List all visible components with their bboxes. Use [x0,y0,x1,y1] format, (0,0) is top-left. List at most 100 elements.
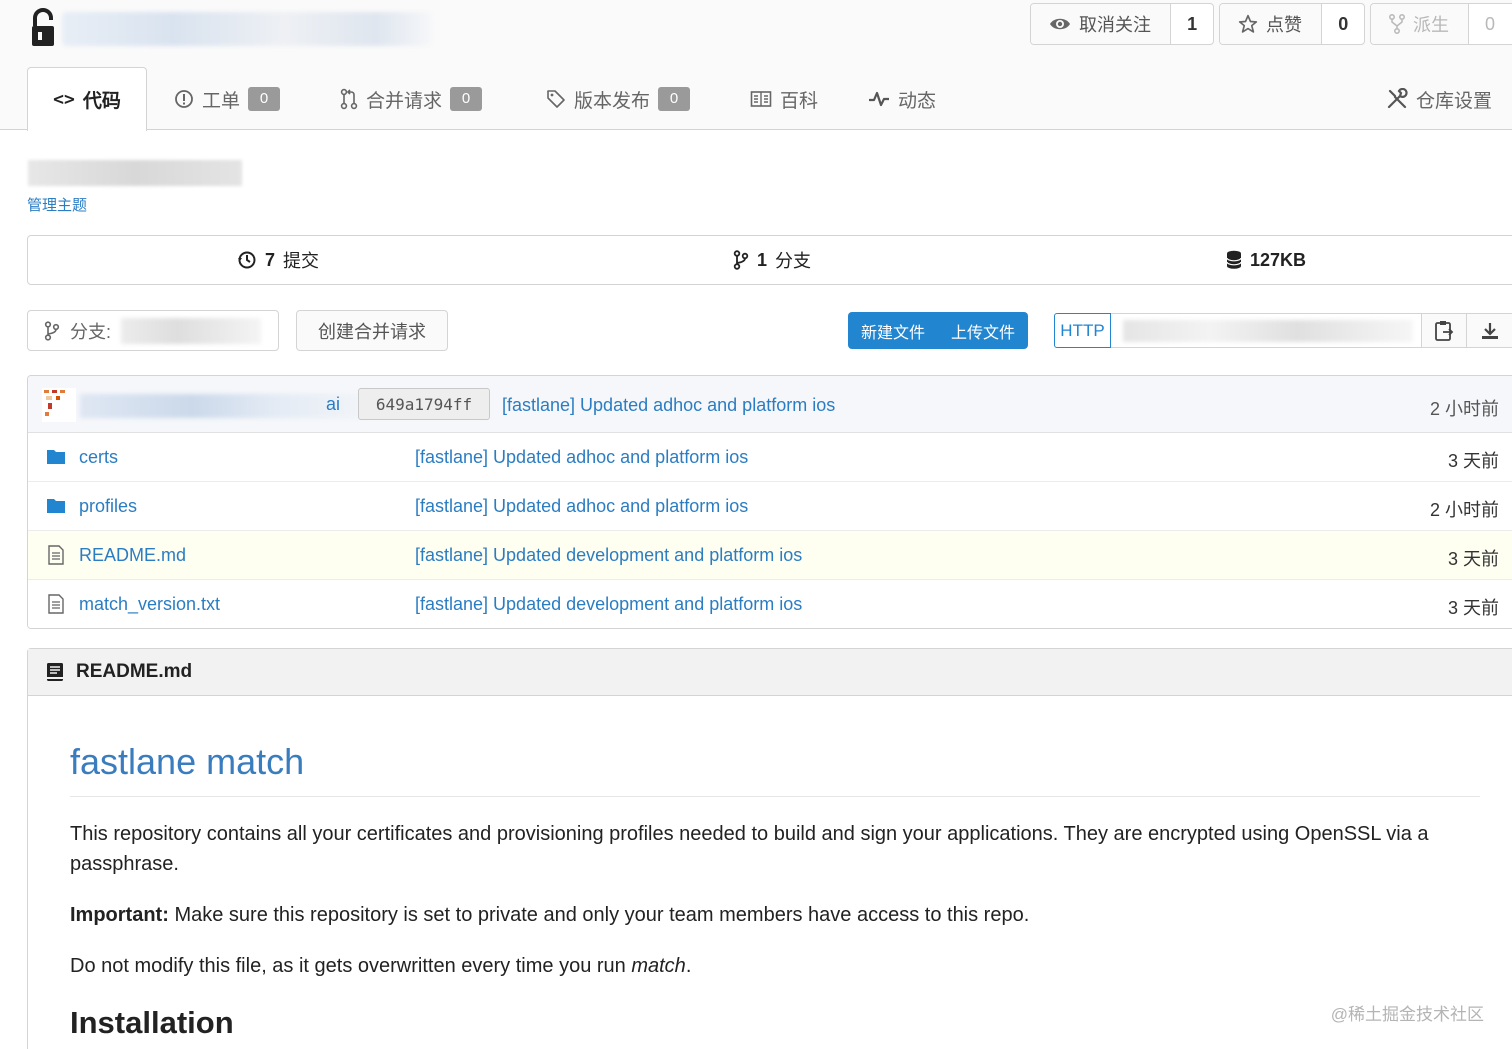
file-row[interactable]: profiles [fastlane] Updated adhoc and pl… [28,482,1512,531]
latest-commit-row: ai 649a1794ff [fastlane] Updated adhoc a… [28,376,1512,433]
pull-requests-count-badge: 0 [450,87,483,111]
star-button-group[interactable]: 点赞 0 [1219,3,1365,45]
fork-button-group[interactable]: 派生 0 [1370,3,1512,45]
file-commit-time: 3 天前 [1447,549,1499,569]
readme-heading-installation: Installation [70,1005,234,1040]
create-pull-request-button[interactable]: 创建合并请求 [296,310,448,351]
history-icon [238,251,256,269]
tab-issues[interactable]: 工单 0 [174,68,281,130]
pulse-icon [869,91,889,107]
file-commit-time: 2 小时前 [1429,500,1499,520]
file-row[interactable]: certs [fastlane] Updated adhoc and platf… [28,433,1512,482]
watch-label: 取消关注 [1079,15,1151,35]
tab-wiki[interactable]: 百科 [750,68,818,130]
readme-panel: README.md fastlane match This repository… [27,648,1512,1049]
file-row[interactable]: README.md [fastlane] Updated development… [28,531,1512,580]
readme-divider [70,796,1480,797]
readme-text: Do not modify this file, as it gets over… [70,955,632,977]
readme-bold-text: Important: [70,904,169,926]
watch-count[interactable]: 1 [1171,4,1213,44]
star-label: 点赞 [1266,15,1302,35]
file-name-link[interactable]: certs [79,447,118,468]
tab-activity-label: 动态 [898,90,937,112]
fork-label: 派生 [1413,15,1449,35]
tab-settings[interactable]: 仓库设置 [1386,68,1492,130]
commit-sha-button[interactable]: 649a1794ff [358,388,490,420]
download-button[interactable] [1467,313,1512,348]
repo-size: 127KB [1250,249,1307,270]
tab-releases-label: 版本发布 [574,90,651,112]
readme-filename: README.md [76,661,193,682]
code-icon: <> [53,89,75,110]
readme-paragraph: Do not modify this file, as it gets over… [70,951,1470,981]
eye-icon [1050,18,1070,30]
watch-button-group[interactable]: 取消关注 1 [1030,3,1214,45]
tab-code[interactable]: <> 代码 [27,67,147,131]
tag-icon [547,90,565,108]
branches-count: 1 [757,249,768,270]
readme-header: README.md [28,649,1512,696]
clone-protocol-http-button[interactable]: HTTP [1054,313,1111,348]
readme-emphasis-text: match [631,955,686,977]
branch-label: 分支: [70,321,112,342]
file-commit-message[interactable]: [fastlane] Updated adhoc and platform io… [415,447,748,468]
author-name-redacted [80,394,360,418]
manage-topics-link[interactable]: 管理主题 [27,194,87,215]
author-name[interactable]: ai [326,394,340,415]
pull-request-icon [340,88,358,110]
watch-button[interactable]: 取消关注 [1031,4,1172,44]
copy-url-button[interactable] [1421,313,1467,348]
tab-issues-label: 工单 [202,90,241,112]
file-text-icon [48,594,64,614]
branches-stat[interactable]: 1 分支 [733,236,811,284]
upload-file-button[interactable]: 上传文件 [938,319,1028,343]
commits-stat[interactable]: 7 提交 [237,236,319,284]
readme-text: . [685,955,692,977]
tab-wiki-label: 百科 [780,90,819,112]
download-icon [1481,322,1498,339]
repo-header: 取消关注 1 点赞 0 派生 0 <> 代码 工单 0 合并请求 0 版本发布 … [0,0,1512,131]
book-icon [750,91,772,107]
file-name-link[interactable]: README.md [79,545,186,566]
tab-settings-label: 仓库设置 [1416,90,1493,112]
branch-icon [733,250,749,270]
file-row[interactable]: match_version.txt [fastlane] Updated dev… [28,580,1512,628]
file-name-link[interactable]: profiles [79,496,137,517]
branches-label: 分支 [775,251,812,271]
commits-label: 提交 [283,251,320,271]
file-text-icon [48,545,64,565]
branch-icon [44,320,60,341]
star-count[interactable]: 0 [1322,4,1364,44]
branch-selector[interactable]: 分支: [27,310,279,351]
tools-icon [1387,88,1408,109]
clipboard-icon [1435,320,1454,341]
readme-paragraph: This repository contains all your certif… [70,823,1429,875]
fork-button[interactable]: 派生 [1371,4,1469,44]
latest-commit-message[interactable]: [fastlane] Updated adhoc and platform io… [502,395,835,416]
repo-description-redacted [28,160,242,186]
file-commit-time: 3 天前 [1447,451,1499,471]
readme-paragraph: Important: Make sure this repository is … [70,900,1470,930]
clone-url-input[interactable] [1111,313,1422,348]
tab-releases[interactable]: 版本发布 0 [546,68,691,130]
releases-count-badge: 0 [658,87,691,111]
repo-path-redacted [62,12,432,46]
database-icon [1226,250,1242,269]
tab-activity[interactable]: 动态 [868,68,936,130]
star-button[interactable]: 点赞 [1220,4,1323,44]
file-commit-message[interactable]: [fastlane] Updated development and platf… [415,545,802,566]
file-name-link[interactable]: match_version.txt [79,594,220,615]
repo-stats-bar: 7 提交 1 分支 127KB [27,235,1512,285]
readme-title: fastlane match [70,741,305,782]
file-commit-message[interactable]: [fastlane] Updated adhoc and platform io… [415,496,748,517]
folder-icon [47,450,65,464]
file-commit-time: 3 天前 [1447,598,1499,618]
new-file-button[interactable]: 新建文件 [848,319,938,343]
folder-icon [47,499,65,513]
tab-pull-requests[interactable]: 合并请求 0 [340,68,483,130]
clone-url-redacted [1123,320,1413,342]
latest-commit-time: 2 小时前 [1429,399,1499,419]
fork-count[interactable]: 0 [1469,4,1511,44]
file-commit-message[interactable]: [fastlane] Updated development and platf… [415,594,802,615]
author-avatar[interactable] [42,388,76,422]
